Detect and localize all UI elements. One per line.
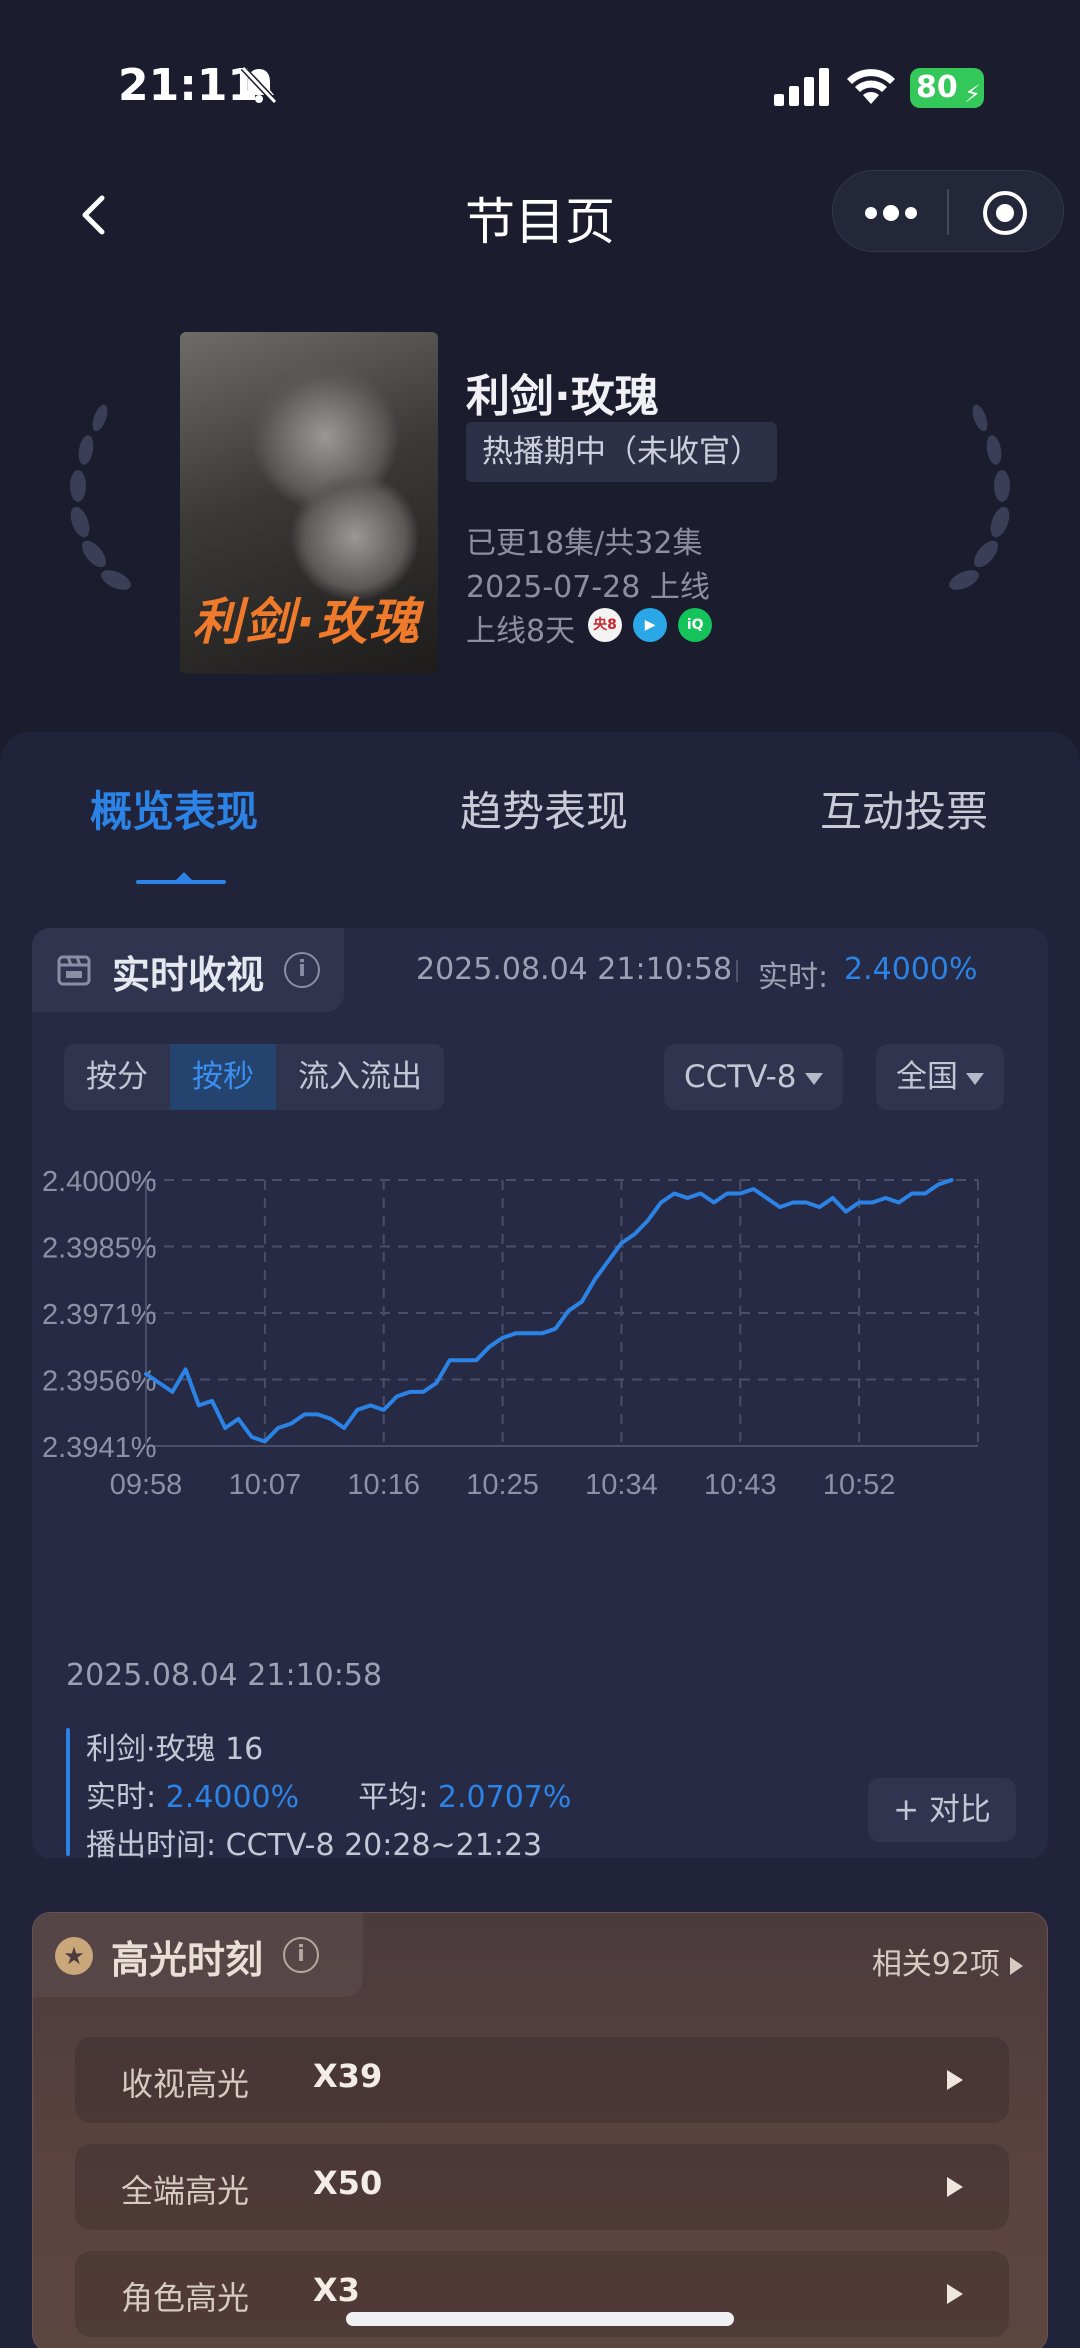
- play-arrow-icon: [947, 2284, 963, 2304]
- segment-by-second[interactable]: 按秒: [170, 1044, 276, 1110]
- more-dots-icon[interactable]: [863, 193, 919, 233]
- realtime-value: 2.4000%: [844, 952, 978, 987]
- y-tick-label: 2.4000%: [42, 1166, 157, 1198]
- laurel-left-icon: [70, 404, 131, 590]
- bell-muted-icon: [240, 65, 278, 105]
- detail-realtime-value: 2.4000%: [165, 1780, 300, 1815]
- highlight-count: X39: [313, 2057, 383, 2095]
- star-badge-icon: ★: [55, 1937, 93, 1975]
- charging-bolt-icon: ⚡: [964, 80, 981, 108]
- realtime-ratings-card: 实时收视 i 2025.08.04 21:10:58 实时: 2.4000% 按…: [32, 928, 1048, 1863]
- channel-dropdown[interactable]: CCTV-8: [664, 1044, 843, 1110]
- granularity-segmented-control: 按分 按秒 流入流出: [64, 1044, 444, 1110]
- info-icon[interactable]: i: [283, 1937, 319, 1973]
- play-arrow-icon: [947, 2177, 963, 2197]
- chevron-down-icon: [966, 1072, 984, 1085]
- detail-average-label: 平均:: [358, 1780, 429, 1815]
- episode-count: 已更18集/共32集: [466, 526, 703, 561]
- tv-schedule-icon: [57, 955, 91, 986]
- detail-accent-bar: [66, 1728, 70, 1856]
- channel-dropdown-label: CCTV-8: [684, 1059, 797, 1095]
- wifi-icon: [847, 69, 895, 104]
- show-name: 利剑·玫瑰: [466, 371, 659, 422]
- x-tick-label: 10:52: [823, 1469, 896, 1501]
- detail-airtime-label: 播出时间:: [86, 1828, 217, 1863]
- realtime-label: 实时:: [758, 960, 829, 995]
- x-tick-label: 10:34: [585, 1469, 658, 1501]
- tencent-video-platform-icon: ▶: [633, 608, 668, 642]
- detail-airtime-line: 播出时间: CCTV-8 20:28~21:23: [86, 1820, 542, 1864]
- highlight-count: X50: [313, 2164, 383, 2202]
- x-tick-label: 09:58: [110, 1469, 183, 1501]
- highlight-row-all-platforms[interactable]: 全端高光 X50: [75, 2144, 1009, 2230]
- highlights-title: 高光时刻: [111, 1938, 264, 1982]
- platform-list: 央8 ▶ iQ: [588, 608, 718, 642]
- highlight-label: 全端高光: [121, 2172, 250, 2210]
- poster-title: 利剑·玫瑰: [192, 593, 421, 651]
- premiere-date: 2025-07-28 上线: [466, 570, 710, 605]
- tab-voting[interactable]: 互动投票: [820, 778, 988, 839]
- highlight-count: X3: [313, 2271, 360, 2309]
- x-tick-label: 10:16: [347, 1469, 420, 1501]
- play-arrow-icon: [1010, 1956, 1023, 1975]
- tab-indicator-caret: [176, 872, 192, 880]
- header-separator: [736, 960, 738, 982]
- show-poster[interactable]: 利剑·玫瑰: [180, 332, 438, 674]
- highlight-label: 收视高光: [121, 2065, 250, 2103]
- compare-button[interactable]: + 对比: [868, 1778, 1016, 1842]
- tab-indicator: [136, 880, 226, 884]
- region-dropdown-label: 全国: [896, 1059, 958, 1095]
- laurel-right-icon: [949, 404, 1010, 590]
- tab-overview[interactable]: 概览表现: [90, 778, 258, 839]
- realtime-title: 实时收视: [112, 953, 265, 997]
- y-tick-label: 2.3985%: [42, 1233, 157, 1265]
- detail-ratings-line: 实时: 2.4000% 平均: 2.0707%: [86, 1772, 571, 1816]
- nav-bar: 节目页: [0, 170, 1080, 260]
- miniprogram-capsule: [832, 170, 1064, 252]
- days-online: 上线8天: [466, 614, 576, 649]
- detail-average-value: 2.0707%: [437, 1780, 572, 1815]
- close-target-icon[interactable]: [981, 189, 1029, 237]
- y-tick-label: 2.3956%: [42, 1366, 157, 1398]
- segment-by-minute[interactable]: 按分: [64, 1044, 170, 1110]
- ratings-series-line: [144, 1178, 954, 1444]
- highlights-related-label: 相关92项: [871, 1947, 1000, 1982]
- chevron-down-icon: [804, 1072, 823, 1085]
- region-dropdown[interactable]: 全国: [876, 1044, 1004, 1110]
- detail-timestamp: 2025.08.04 21:10:58: [66, 1658, 383, 1693]
- detail-realtime-label: 实时:: [86, 1780, 157, 1815]
- battery-level: 80: [916, 70, 958, 105]
- info-icon[interactable]: i: [284, 952, 320, 988]
- home-indicator: [346, 2312, 734, 2326]
- x-tick-label: 10:25: [466, 1469, 539, 1501]
- iqiyi-platform-icon: iQ: [678, 608, 713, 642]
- detail-airtime-value: CCTV-8 20:28~21:23: [225, 1828, 543, 1863]
- status-bar: 21:11 80 ⚡: [0, 0, 1080, 175]
- highlight-row-ratings[interactable]: 收视高光 X39: [75, 2037, 1009, 2123]
- x-tick-label: 10:07: [229, 1469, 302, 1501]
- highlight-label: 角色高光: [121, 2279, 250, 2317]
- play-arrow-icon: [947, 2070, 963, 2090]
- y-tick-label: 2.3941%: [42, 1432, 157, 1464]
- detail-episode: 利剑·玫瑰 16: [86, 1732, 264, 1767]
- cellular-signal-icon: [774, 68, 829, 106]
- cctv8-platform-icon: 央8: [588, 608, 622, 642]
- segment-inflow-outflow[interactable]: 流入流出: [276, 1044, 444, 1110]
- highlights-card: ★ 高光时刻 i 相关92项 收视高光 X39 全端高光 X50 角色高光 X3: [32, 1912, 1048, 2348]
- realtime-timestamp: 2025.08.04 21:10:58: [416, 952, 733, 987]
- y-tick-label: 2.3971%: [42, 1299, 157, 1331]
- realtime-header: 实时收视 i: [32, 928, 344, 1012]
- highlights-related-link[interactable]: 相关92项: [872, 1939, 1023, 1983]
- tab-trend[interactable]: 趋势表现: [460, 778, 628, 839]
- x-tick-label: 10:43: [704, 1469, 777, 1501]
- battery-indicator: 80 ⚡: [910, 68, 984, 108]
- realtime-line-chart[interactable]: 2.4000% 2.3985% 2.3971% 2.3956% 2.3941% 09:58…: [32, 1138, 1048, 1638]
- capsule-divider: [947, 189, 949, 235]
- highlights-header: ★ 高光时刻 i: [33, 1913, 363, 1997]
- airing-status-badge: 热播期中（未收官）: [466, 422, 777, 482]
